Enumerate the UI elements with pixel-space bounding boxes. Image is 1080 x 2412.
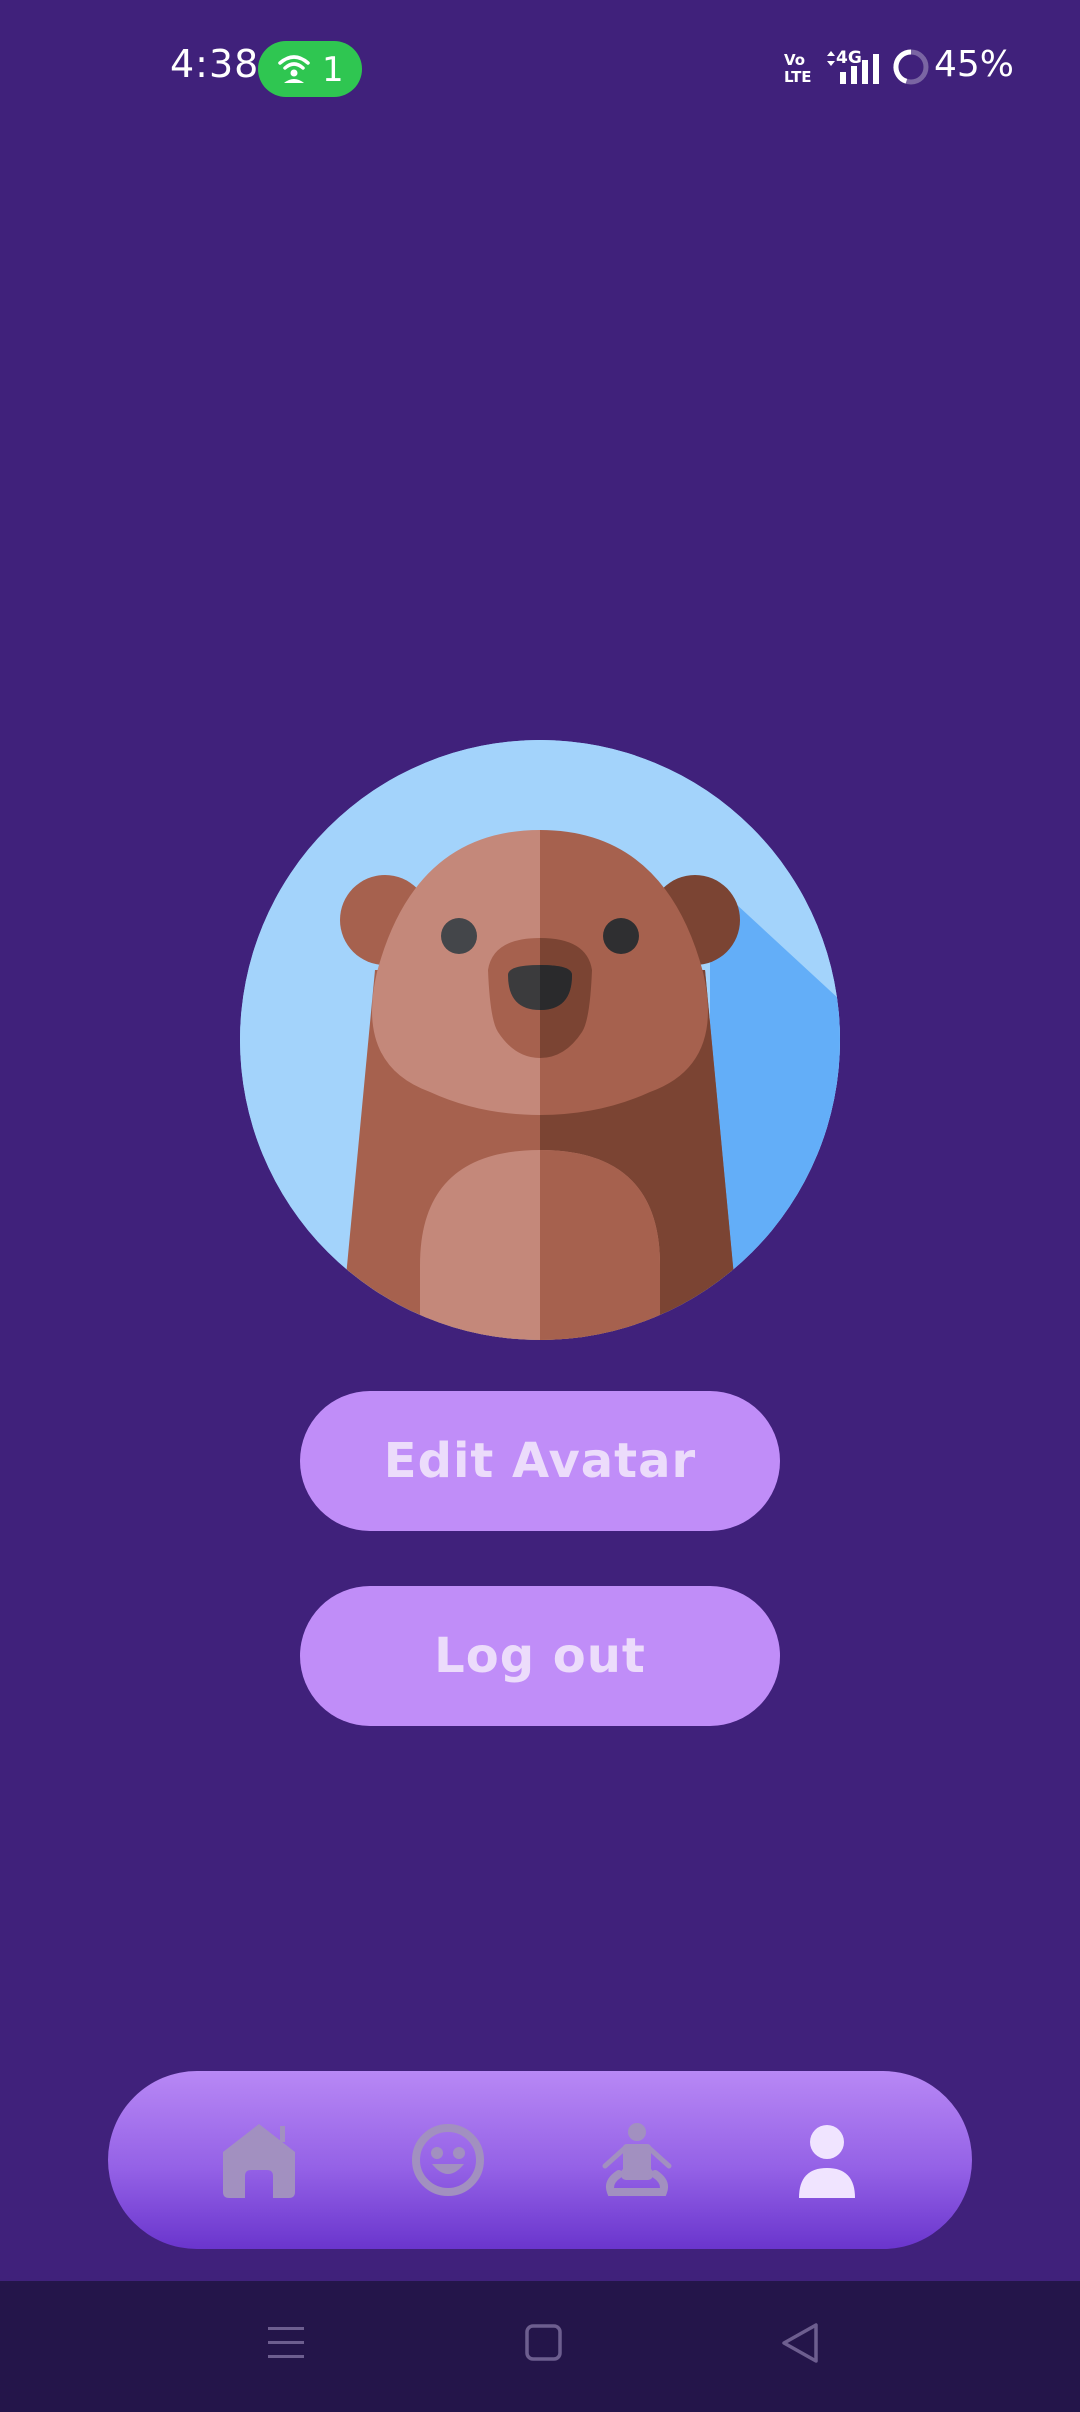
home-square-icon[interactable] bbox=[524, 2321, 564, 2365]
system-navigation-bar bbox=[0, 2281, 1080, 2412]
hotspot-icon bbox=[278, 55, 310, 83]
bottom-navigation bbox=[108, 2071, 972, 2249]
nav-mood[interactable] bbox=[401, 2113, 495, 2207]
volte-indicator: Vo LTE bbox=[784, 51, 812, 86]
hotspot-indicator[interactable]: 1 bbox=[258, 41, 362, 97]
profile-icon bbox=[799, 2125, 855, 2198]
smiley-icon bbox=[412, 2124, 484, 2196]
logout-button[interactable]: Log out bbox=[300, 1586, 780, 1726]
signal-strength-icon bbox=[840, 54, 879, 84]
menu-icon[interactable] bbox=[266, 2321, 306, 2365]
nav-meditation[interactable] bbox=[590, 2113, 684, 2207]
nav-profile[interactable] bbox=[780, 2113, 874, 2207]
home-icon bbox=[223, 2124, 295, 2198]
network-type: 4G bbox=[824, 48, 862, 76]
status-bar: 4:38 1 Vo LTE 4G 45% bbox=[0, 0, 1080, 140]
bear-avatar bbox=[240, 740, 840, 1340]
meditation-icon bbox=[602, 2123, 672, 2196]
back-triangle-icon[interactable] bbox=[780, 2321, 820, 2365]
edit-avatar-button[interactable]: Edit Avatar bbox=[300, 1391, 780, 1531]
hotspot-count: 1 bbox=[322, 50, 344, 90]
bear-avatar-image bbox=[240, 740, 840, 1340]
nav-home[interactable] bbox=[212, 2113, 306, 2207]
status-time: 4:38 bbox=[170, 42, 260, 86]
battery-ring-icon bbox=[893, 49, 929, 85]
battery-percentage: 45% bbox=[934, 44, 1015, 85]
